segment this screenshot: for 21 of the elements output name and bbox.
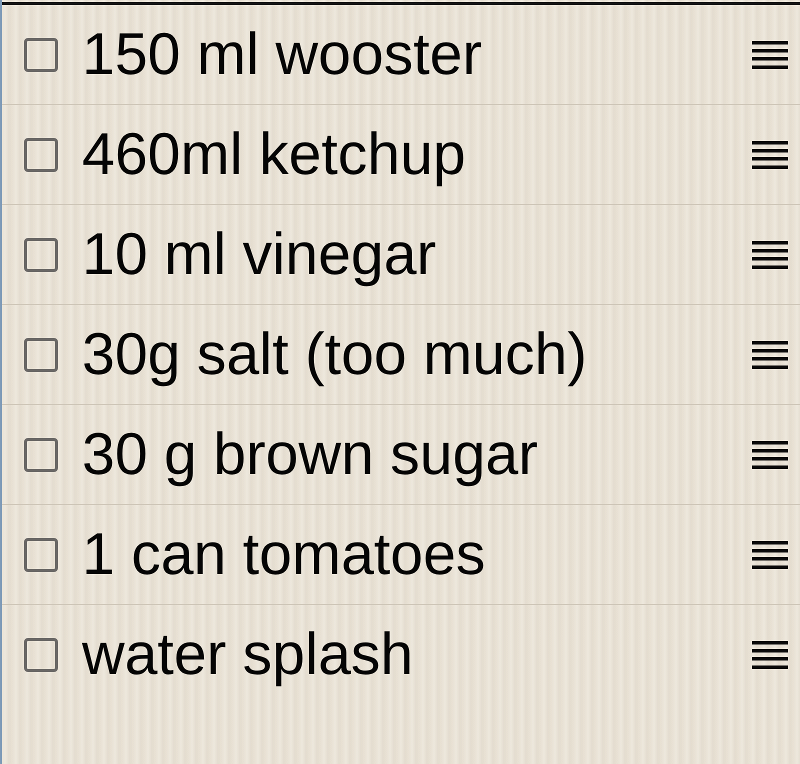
checkbox[interactable] <box>24 38 58 72</box>
drag-handle-icon[interactable] <box>752 540 788 568</box>
item-text: water splash <box>82 621 414 689</box>
drag-handle-icon[interactable] <box>752 40 788 68</box>
item-text: 30 g brown sugar <box>82 420 539 488</box>
drag-handle-icon[interactable] <box>752 140 788 168</box>
checkbox[interactable] <box>24 138 58 172</box>
drag-handle-icon[interactable] <box>752 240 788 268</box>
item-text: 30g salt (too much) <box>82 320 588 388</box>
drag-handle-icon[interactable] <box>752 641 788 669</box>
checkbox[interactable] <box>24 438 58 472</box>
item-text: 150 ml wooster <box>82 20 484 88</box>
checkbox[interactable] <box>24 538 58 572</box>
drag-handle-icon[interactable] <box>752 440 788 468</box>
item-text: 460ml ketchup <box>82 120 467 188</box>
item-text: 10 ml vinegar <box>82 220 438 288</box>
checkbox[interactable] <box>24 338 58 372</box>
checkbox[interactable] <box>24 238 58 272</box>
item-text: 1 can tomatoes <box>82 520 486 588</box>
drag-handle-icon[interactable] <box>752 340 788 368</box>
checkbox[interactable] <box>24 638 58 672</box>
